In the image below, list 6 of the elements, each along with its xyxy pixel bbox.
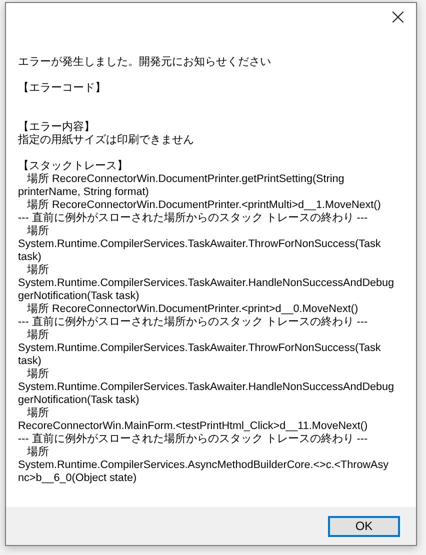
message-text: 【エラーコード】: [18, 82, 106, 95]
close-button[interactable]: ×: [383, 6, 413, 30]
message-text: 【スタックトレース】 場所 RecoreConnectorWin.DocumentPrinter.getPrintSetting(String printerName, String format) 場所 RecoreConnectorWin.DocumentPrinter.<printMulti>d__1.MoveNext() --- 直前に例外がスローされた場所からのスタック トレースの終わり --- 場所 System.Runtime.CompilerServices.TaskAwaiter.ThrowForNonSuccess(Task task) 場所 System.Runtime.CompilerServices.TaskAwaiter.HandleNonSuccessAndDebug gerNotification(Task task) 場所 RecoreConnectorWin.DocumentPrinter.<print>d__0.MoveNext() --- 直前に例外がスローされた場所からのスタック トレースの終わり --- 場所 System.Runtime.CompilerServices.TaskAwaiter.ThrowForNonSuccess(Task task) 場所 System.Runtime.CompilerServices.TaskAwaiter.HandleNonSuccessAndDebug gerNotification(Task task) 場所 RecoreConnectorWin.MainForm.<testPrintHtml_Click>d__11.MoveNext() --- 直前に例外がスローされた場所からのスタック トレースの終わり --- 場所 System.Runtime.CompilerServices.AsyncMethodBuilderCore.<>c.<ThrowAsy nc>b__6_0(Object state): [18, 160, 394, 485]
message-text: 【エラー内容】 指定の用紙サイズは印刷できません: [18, 121, 194, 147]
ok-button[interactable]: OK: [328, 516, 400, 536]
message-text: エラーが発生しました。開発元にお知らせください: [18, 56, 271, 69]
